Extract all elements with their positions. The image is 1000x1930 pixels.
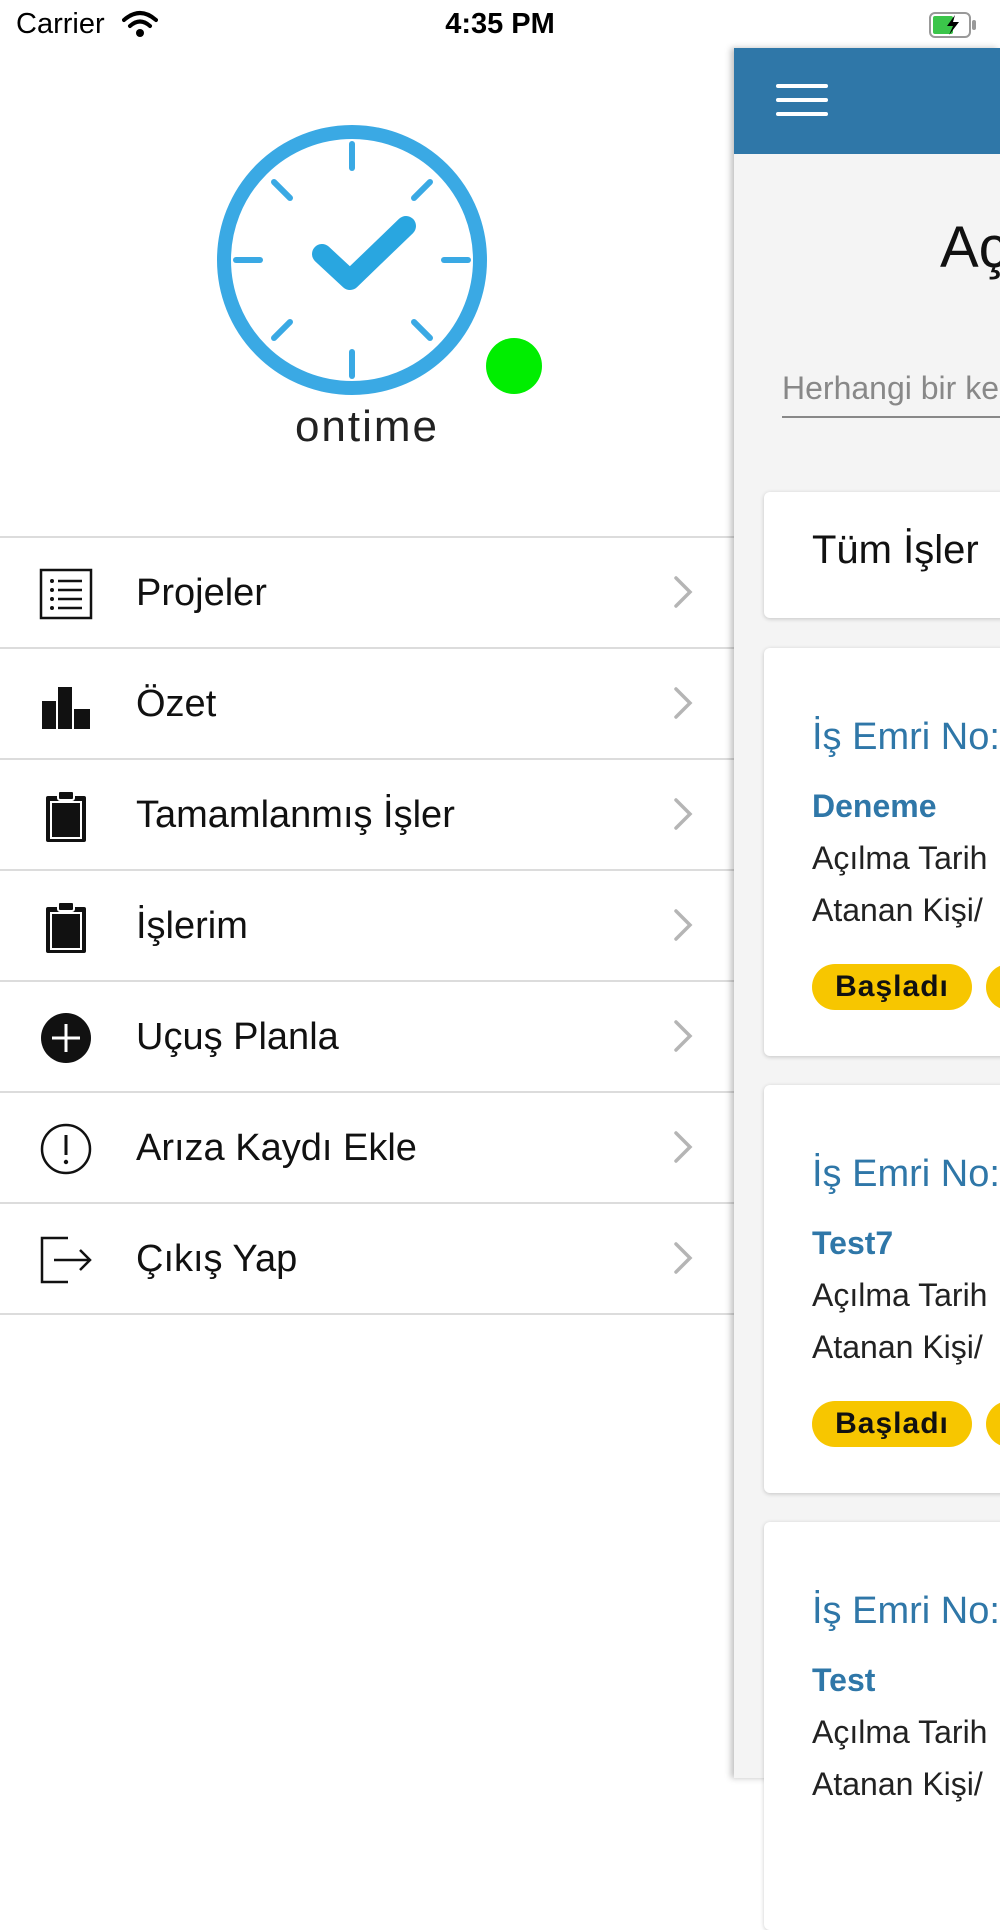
job-name: Test7	[812, 1225, 894, 1261]
page-title: Aç	[940, 215, 1000, 280]
search-input[interactable]	[782, 370, 1000, 407]
chevron-right-icon	[674, 687, 693, 719]
bar-chart-icon	[42, 687, 90, 729]
job-assignee-label: Atanan Kişi/	[812, 892, 983, 928]
filter-dropdown[interactable]: Tüm İşler	[764, 492, 1000, 618]
status-bar: Carrier 4:35 PM	[0, 0, 1000, 50]
job-date-label: Açılma Tarih	[812, 840, 988, 876]
chevron-right-icon	[674, 1131, 693, 1163]
status-badge-secondary	[986, 1401, 1000, 1447]
menu-item-label: Projeler	[136, 572, 267, 614]
job-date-label: Açılma Tarih	[812, 1277, 988, 1313]
menu-item-cikis-yap[interactable]: Çıkış Yap	[0, 1204, 734, 1315]
ontime-logo-icon	[217, 125, 542, 395]
menu-item-label: Tamamlanmış İşler	[136, 794, 455, 836]
job-assignee-label: Atanan Kişi/	[812, 1329, 983, 1365]
navigation-drawer: ontime Projeler Özet Tamamlanmış İşler İ…	[0, 50, 734, 1778]
menu-item-label: Çıkış Yap	[136, 1238, 298, 1280]
job-card[interactable]: İş Emri No: Test7 Açılma Tarih Atanan Ki…	[764, 1085, 1000, 1493]
menu-item-ozet[interactable]: Özet	[0, 649, 734, 760]
job-number-label: İş Emri No:	[812, 1153, 1000, 1195]
menu-item-tamamlanmis-isler[interactable]: Tamamlanmış İşler	[0, 760, 734, 871]
main-panel: Aç Tüm İşler İş Emri No: Deneme Açılma T…	[734, 48, 1000, 1930]
chevron-right-icon	[674, 1020, 693, 1052]
chevron-right-icon	[674, 798, 693, 830]
job-name: Deneme	[812, 788, 937, 824]
chevron-right-icon	[674, 1242, 693, 1274]
status-time: 4:35 PM	[445, 8, 555, 40]
menu-item-label: İşlerim	[136, 905, 248, 947]
logo-text: ontime	[294, 402, 440, 451]
job-name: Test	[812, 1662, 876, 1698]
battery-icon	[929, 12, 976, 38]
clipboard-icon	[46, 790, 86, 842]
top-bar	[734, 48, 1000, 154]
menu-item-label: Özet	[136, 683, 217, 725]
menu-item-ariza-kaydi-ekle[interactable]: Arıza Kaydı Ekle	[0, 1093, 734, 1204]
chevron-right-icon	[674, 576, 693, 608]
alert-circle-icon	[40, 1123, 92, 1175]
job-number-label: İş Emri No:	[812, 716, 1000, 758]
job-card[interactable]: İş Emri No: Deneme Açılma Tarih Atanan K…	[764, 648, 1000, 1056]
drawer-menu: Projeler Özet Tamamlanmış İşler İşlerim …	[0, 536, 734, 1315]
list-icon	[39, 568, 93, 620]
menu-item-ucus-planla[interactable]: Uçuş Planla	[0, 982, 734, 1093]
chevron-right-icon	[674, 909, 693, 941]
menu-item-islerim[interactable]: İşlerim	[0, 871, 734, 982]
job-assignee-label: Atanan Kişi/	[812, 1766, 983, 1802]
hamburger-menu-icon[interactable]	[776, 84, 828, 116]
job-card[interactable]: İş Emri No: Test Açılma Tarih Atanan Kiş…	[764, 1522, 1000, 1930]
job-number-label: İş Emri No:	[812, 1590, 1000, 1632]
menu-item-projeler[interactable]: Projeler	[0, 538, 734, 649]
plus-circle-icon	[41, 1013, 91, 1063]
status-badge: Başladı	[812, 964, 972, 1010]
clipboard-icon	[46, 901, 86, 953]
menu-item-label: Arıza Kaydı Ekle	[136, 1127, 417, 1169]
logout-icon	[40, 1236, 92, 1284]
job-date-label: Açılma Tarih	[812, 1714, 988, 1750]
status-badge: Başladı	[812, 1401, 972, 1447]
status-badge-secondary	[986, 964, 1000, 1010]
filter-label: Tüm İşler	[812, 528, 979, 572]
menu-item-label: Uçuş Planla	[136, 1016, 339, 1058]
search-field[interactable]	[782, 370, 1000, 418]
